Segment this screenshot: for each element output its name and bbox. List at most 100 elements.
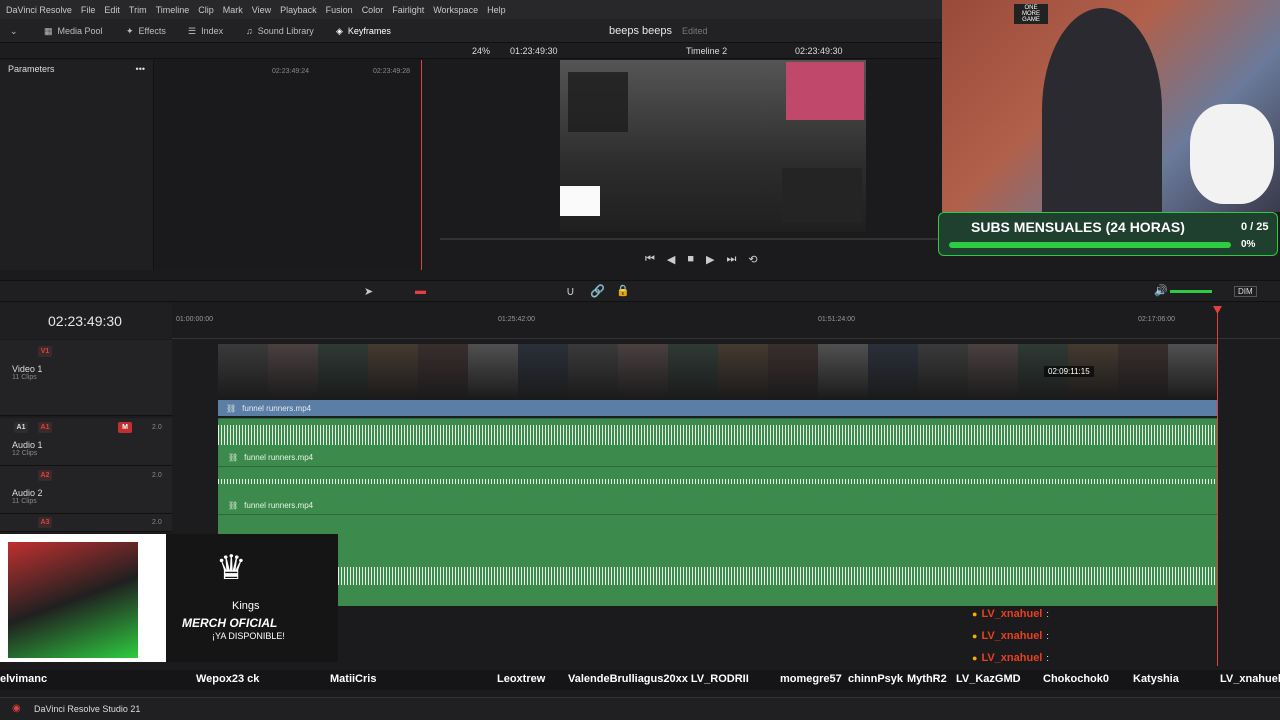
blade-tool-icon[interactable]: ▬ — [415, 285, 426, 297]
kf-playhead[interactable] — [421, 60, 422, 270]
more-options-icon[interactable]: ••• — [136, 64, 145, 74]
track-id-badge[interactable]: A1 — [14, 422, 28, 433]
menu-item[interactable]: Edit — [104, 5, 120, 15]
video-thumbnail — [868, 344, 918, 400]
panel-icon: ⌄ — [10, 25, 18, 36]
track-level: 2.0 — [152, 472, 162, 479]
menu-item[interactable]: Fairlight — [392, 5, 424, 15]
skip-forward-icon[interactable]: ⏭ — [727, 253, 737, 266]
sound-library-label: Sound Library — [257, 26, 314, 36]
snapping-icon[interactable]: ∪ — [566, 284, 575, 298]
audio-waveform — [218, 479, 1217, 484]
clip-link-icon: ⛓ — [228, 453, 239, 462]
taskbar-app-label[interactable]: DaVinci Resolve Studio 21 — [34, 704, 140, 714]
ruler-label: 01:51:24:00 — [818, 316, 855, 323]
timeline-timecode-area: 02:23:49:30 — [0, 303, 172, 339]
stats-overlay — [568, 72, 628, 132]
mute-button[interactable]: M — [118, 422, 132, 433]
track-id-badge[interactable]: A3 — [38, 517, 52, 528]
parameters-panel: Parameters ••• — [0, 60, 154, 270]
viewer-name: Leoxtrew — [497, 673, 546, 685]
zoom-level[interactable]: 24% — [472, 46, 490, 56]
timeline-name[interactable]: Timeline 2 — [686, 46, 727, 56]
merch-overlay: ♛ Kings MERCH OFICIAL ¡YA DISPONIBLE! — [0, 534, 338, 662]
video-thumbnail — [618, 344, 668, 400]
dim-button[interactable]: DIM — [1234, 286, 1257, 297]
video-thumbnail — [818, 344, 868, 400]
video-thumbnail — [268, 344, 318, 400]
badge-icon: ● — [972, 631, 978, 641]
clip-link-icon: ⛓ — [228, 501, 239, 510]
menu-item[interactable]: Playback — [280, 5, 317, 15]
menu-item[interactable]: Workspace — [433, 5, 478, 15]
video-thumbnail — [418, 344, 468, 400]
media-pool-button[interactable]: ▦ Media Pool — [44, 19, 103, 43]
track-clip-count: 11 Clips — [12, 374, 37, 381]
menu-item[interactable]: Clip — [198, 5, 214, 15]
media-pool-label: Media Pool — [57, 26, 103, 36]
menu-item[interactable]: File — [81, 5, 96, 15]
track-clip-count: 11 Clips — [12, 498, 37, 505]
viewer-name: elvimanc — [0, 673, 48, 685]
viewer-scrubber[interactable] — [440, 238, 940, 240]
menu-item[interactable]: Color — [362, 5, 384, 15]
audio-clip-name: funnel runners.mp4 — [244, 501, 314, 510]
chat-mini-image — [782, 168, 862, 223]
audio-clip-name: funnel runners.mp4 — [244, 453, 314, 462]
merch-line1: MERCH OFICIAL — [182, 616, 278, 630]
ruler-label: 02:17:06:00 — [1138, 316, 1175, 323]
timeline-ruler[interactable]: 01:00:00:00 01:25:42:00 01:51:24:00 02:1… — [172, 303, 1280, 339]
menu-item[interactable]: View — [252, 5, 271, 15]
volume-icon[interactable]: 🔊 — [1154, 284, 1168, 297]
volume-slider[interactable] — [1170, 290, 1212, 293]
viewer-name: Katyshia — [1133, 673, 1179, 685]
ruler-label: 01:00:00:00 — [176, 316, 213, 323]
viewer-name: Chokochok0 — [1043, 673, 1110, 685]
crown-logo-icon: ♛ — [216, 549, 247, 587]
track-id-badge[interactable]: A1 — [38, 422, 52, 433]
keyframes-button[interactable]: ◈ Keyframes — [336, 19, 391, 43]
timeline-playhead[interactable] — [1217, 306, 1218, 666]
pointer-tool-icon[interactable]: ➤ — [364, 285, 373, 298]
track-header-a3: A3 2.0 — [0, 514, 172, 532]
sound-library-button[interactable]: ♫ Sound Library — [246, 19, 314, 43]
menu-item[interactable]: Help — [487, 5, 506, 15]
menu-item[interactable]: Mark — [223, 5, 243, 15]
menu-item[interactable]: Timeline — [156, 5, 190, 15]
chat-message: ● LV_xnahuel: — [972, 605, 1049, 623]
index-button[interactable]: ☰ Index — [188, 19, 223, 43]
video-thumbnail — [218, 344, 268, 400]
viewer-name: LV_KazGMD — [956, 673, 1021, 685]
keyframes-icon: ◈ — [336, 25, 343, 36]
chat-username: LV_xnahuel — [981, 608, 1043, 620]
menu-item[interactable]: Fusion — [326, 5, 353, 15]
audio-clip-a3[interactable] — [218, 514, 1217, 606]
project-status: Edited — [682, 26, 708, 36]
link-icon[interactable]: 🔗 — [590, 284, 605, 298]
webcam-overlay: ONE MORE GAME — [942, 0, 1280, 212]
record-timecode: 02:23:49:30 — [795, 46, 843, 56]
effects-button[interactable]: ✦ Effects — [126, 19, 166, 43]
music-icon: ♫ — [246, 26, 253, 36]
loop-icon[interactable]: ⟲ — [748, 253, 757, 266]
viewer-names-ticker: elvimanc Wepox23 ck MatiiCris Leoxtrew Valen… — [0, 670, 1280, 690]
program-viewer[interactable] — [560, 60, 866, 232]
track-name: Video 1 — [12, 364, 43, 374]
track-header-a1: A1 A1 M 2.0 Audio 1 12 Clips — [0, 418, 172, 466]
play-reverse-icon[interactable]: ◀ — [667, 253, 675, 266]
app-menu[interactable]: DaVinci Resolve — [6, 5, 72, 15]
track-header-a2: A2 2.0 Audio 2 11 Clips — [0, 466, 172, 514]
track-id-badge[interactable]: A2 — [38, 470, 52, 481]
resolve-app-icon[interactable]: ◉ — [12, 703, 21, 714]
lock-icon[interactable]: 🔒 — [616, 284, 630, 297]
menu-item[interactable]: Trim — [129, 5, 147, 15]
play-icon[interactable]: ▶ — [706, 253, 714, 266]
video-clip[interactable]: ⛓ funnel runners.mp4 — [218, 400, 1217, 416]
panel-toggle-button[interactable]: ⌄ — [10, 19, 18, 43]
audio-clip-a1[interactable]: ⛓ funnel runners.mp4 — [218, 418, 1217, 466]
stop-icon[interactable]: ■ — [687, 253, 694, 266]
skip-back-icon[interactable]: ⏮ — [645, 253, 655, 266]
track-id-badge[interactable]: V1 — [38, 346, 52, 357]
badge-icon: ● — [972, 653, 978, 663]
audio-clip-a2[interactable]: ⛓ funnel runners.mp4 — [218, 466, 1217, 514]
